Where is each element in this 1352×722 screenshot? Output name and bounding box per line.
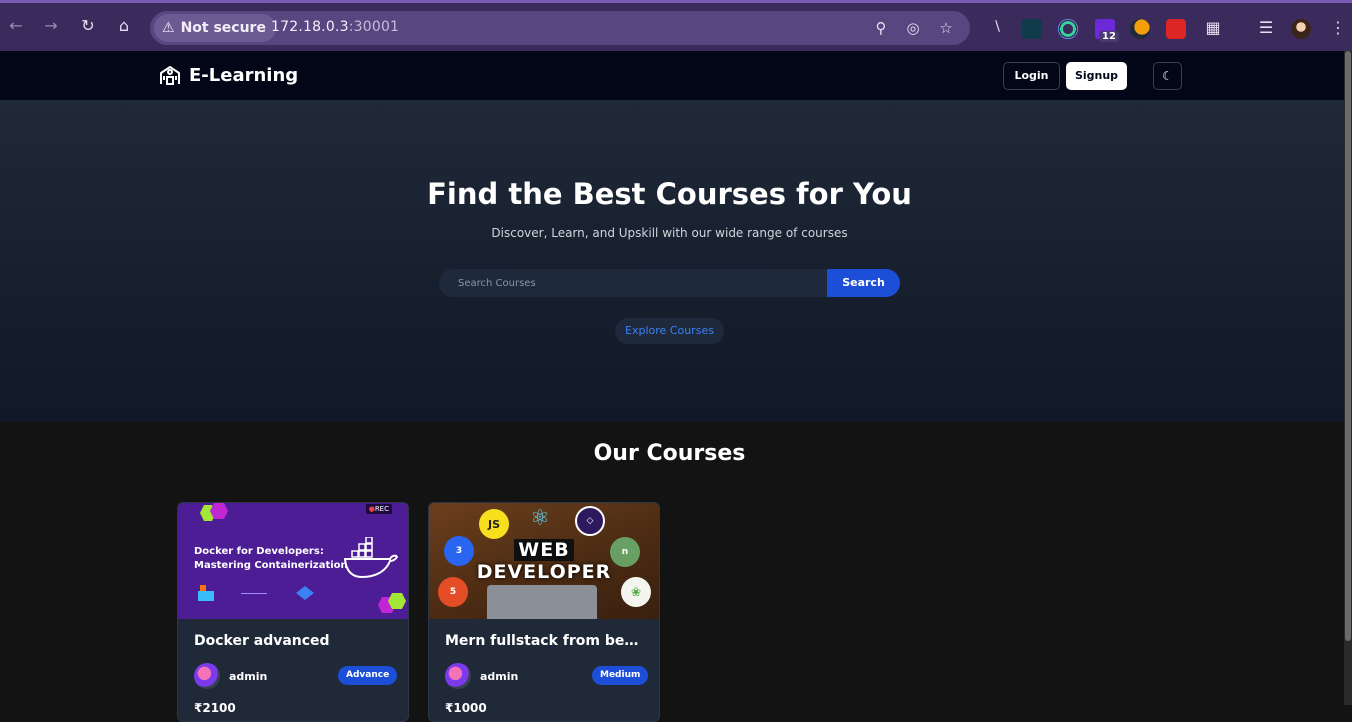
course-price: ₹1000 <box>445 701 487 715</box>
extension-orb-icon[interactable] <box>1130 19 1150 39</box>
hero-section: Find the Best Courses for You Discover, … <box>0 101 1344 422</box>
course-title[interactable]: Mern fullstack from begin... <box>445 633 645 649</box>
login-button[interactable]: Login <box>1003 62 1060 90</box>
hexagon-decoration <box>200 503 228 521</box>
course-card-docker[interactable]: ●REC Docker for Developers: Mastering Co… <box>177 502 409 722</box>
address-bar[interactable]: ⚠ Not secure 172.18.0.3:30001 ⚲ ◎ ☆ <box>150 11 970 45</box>
extension-badge: 12 <box>1099 31 1119 42</box>
brand-name: E-Learning <box>189 64 299 86</box>
security-label: Not secure <box>180 20 266 36</box>
courses-heading: Our Courses <box>593 441 746 466</box>
home-icon[interactable]: ⌂ <box>113 15 135 37</box>
kubernetes-icon <box>296 586 314 600</box>
avatar <box>445 663 471 689</box>
course-thumbnail: JS ⚛ ◇ 3 n 5 ❀ WEB DEVELOPER <box>429 503 659 619</box>
eyedropper-icon[interactable]: ∖ <box>987 19 1007 39</box>
eye-off-icon[interactable]: ◎ <box>903 18 923 38</box>
rec-badge: ●REC <box>365 504 392 514</box>
thumbnail-caption: WEB DEVELOPER <box>476 539 612 583</box>
search-button[interactable]: Search <box>827 269 900 297</box>
hero-subtitle: Discover, Learn, and Upskill with our wi… <box>491 226 848 240</box>
course-author: admin <box>445 663 518 689</box>
javascript-icon: JS <box>479 509 509 539</box>
moon-icon: ☾ <box>1162 69 1173 83</box>
reload-icon[interactable]: ↻ <box>77 15 99 37</box>
url-host: 172.18.0.3 <box>271 19 349 35</box>
react-devtools-icon[interactable] <box>1022 19 1042 39</box>
level-badge: Medium <box>592 666 649 685</box>
search-bar: Search <box>439 269 900 297</box>
laptop-image <box>487 585 597 619</box>
theme-toggle-button[interactable]: ☾ <box>1153 62 1182 90</box>
explore-courses-button[interactable]: Explore Courses <box>615 318 724 344</box>
course-thumbnail: ●REC Docker for Developers: Mastering Co… <box>178 503 408 619</box>
divider-line <box>241 593 267 594</box>
browser-toolbar: ← → ↻ ⌂ ⚠ Not secure 172.18.0.3:30001 ⚲ … <box>0 0 1352 51</box>
zoom-icon[interactable]: ⚲ <box>871 18 891 38</box>
bookmark-star-icon[interactable]: ☆ <box>936 18 956 38</box>
extensions-puzzle-icon[interactable]: ▦ <box>1202 17 1224 39</box>
course-card-mern[interactable]: JS ⚛ ◇ 3 n 5 ❀ WEB DEVELOPER Mern fullst… <box>428 502 660 722</box>
course-author: admin <box>194 663 267 689</box>
forward-icon[interactable]: → <box>40 15 62 37</box>
redux-icon: ◇ <box>575 506 605 536</box>
mini-docker-icon <box>198 585 214 601</box>
extension-red-icon[interactable] <box>1166 19 1186 39</box>
back-icon[interactable]: ← <box>5 15 27 37</box>
url-port: :30001 <box>348 19 400 35</box>
courses-section: Our Courses ●REC Docker for Developers: … <box>0 422 1344 722</box>
media-queue-icon[interactable]: ☰ <box>1255 17 1277 39</box>
course-price: ₹2100 <box>194 701 236 715</box>
security-chip[interactable]: ⚠ Not secure <box>154 14 276 42</box>
url-text[interactable]: 172.18.0.3:30001 <box>271 19 399 35</box>
browser-menu-icon[interactable]: ⋮ <box>1327 17 1349 39</box>
school-icon <box>160 66 180 85</box>
brand-logo[interactable]: E-Learning <box>158 63 298 87</box>
hexagon-decoration-bottom <box>378 593 406 613</box>
page-scrollbar[interactable] <box>1344 51 1352 705</box>
avatar <box>194 663 220 689</box>
search-input[interactable] <box>439 269 839 297</box>
site-header: E-Learning Login Signup ☾ <box>0 51 1344 101</box>
profile-avatar[interactable] <box>1291 19 1311 39</box>
author-name: admin <box>229 669 268 683</box>
author-name: admin <box>480 669 519 683</box>
thumbnail-caption: Docker for Developers: Mastering Contain… <box>194 546 348 571</box>
warning-icon: ⚠ <box>162 20 175 36</box>
docker-whale-icon <box>343 537 398 579</box>
signup-button[interactable]: Signup <box>1066 62 1127 90</box>
hero-title: Find the Best Courses for You <box>427 177 912 211</box>
extension-ring-icon[interactable] <box>1058 19 1078 39</box>
level-badge: Advance <box>338 666 398 685</box>
course-title[interactable]: Docker advanced <box>194 633 394 649</box>
scrollbar-thumb[interactable] <box>1345 51 1351 641</box>
react-icon: ⚛ <box>530 505 550 531</box>
